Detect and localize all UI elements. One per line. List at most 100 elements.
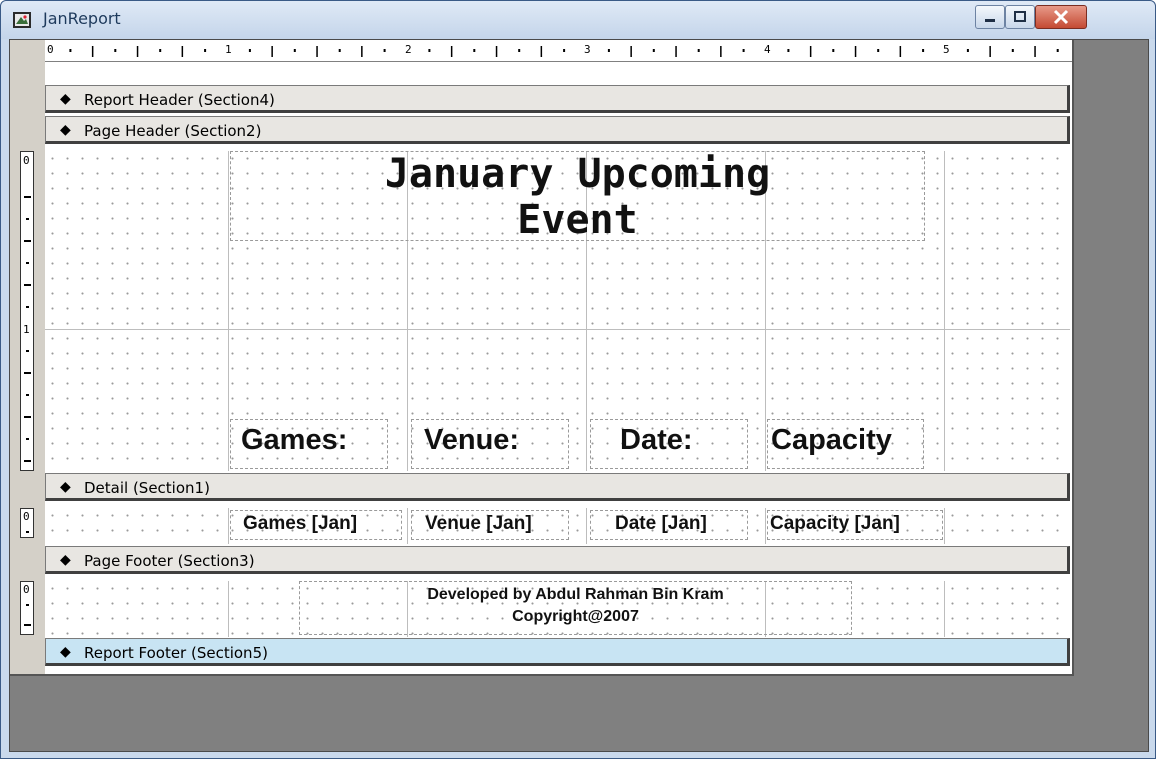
ruler-tick [26, 438, 29, 440]
ruler-tick [26, 218, 29, 220]
horizontal-ruler: 0 1 2 3 4 5 [45, 40, 1072, 62]
venue-field: Venue [Jan] [425, 513, 532, 534]
ruler-tick [91, 46, 94, 57]
ruler-tick [24, 284, 31, 286]
venue-header-label: Venue: [424, 424, 520, 456]
section-bar-report-footer[interactable]: ◆ Report Footer (Section5) [45, 638, 1070, 666]
ruler-ticks [69, 46, 1059, 57]
report-title[interactable]: January Upcoming Event [230, 151, 925, 243]
ruler-tick [338, 49, 341, 52]
ruler-tick [563, 49, 566, 52]
grid-line [944, 151, 945, 471]
ruler-tick [989, 46, 991, 57]
ruler-tick [1011, 49, 1014, 52]
grid-line [407, 508, 408, 544]
ruler-tick [136, 46, 139, 57]
section-label: Report Footer (Section5) [84, 644, 268, 662]
ruler-tick [742, 49, 745, 52]
ruler-tick [473, 49, 476, 52]
report-title-line2: Event [517, 197, 638, 243]
section-bar-page-footer[interactable]: ◆ Page Footer (Section3) [45, 546, 1070, 574]
ruler-number: 0 [47, 43, 54, 56]
capacity-field: Capacity [Jan] [770, 513, 900, 534]
ruler-tick [24, 372, 31, 374]
section-bar-page-header[interactable]: ◆ Page Header (Section2) [45, 116, 1070, 144]
ruler-tick [24, 240, 31, 242]
footer-credits[interactable]: Developed by Abdul Rahman Bin Kram Copyr… [299, 584, 852, 628]
vertical-ruler-number: 0 [23, 510, 30, 523]
ruler-tick [720, 46, 722, 57]
date-field: Date [Jan] [615, 513, 707, 534]
ruler-number: 5 [943, 43, 950, 56]
ruler-tick [518, 49, 521, 52]
section-label: Detail (Section1) [84, 479, 210, 497]
ruler-tick [26, 531, 29, 533]
report-title-line1: January Upcoming [384, 151, 771, 197]
section-bar-report-header[interactable]: ◆ Report Header (Section4) [45, 85, 1070, 113]
page-header-area[interactable]: January Upcoming Event Games: Venue: Dat… [45, 151, 1070, 471]
report-app-icon [13, 12, 31, 28]
ruler-tick [899, 46, 902, 57]
ruler-tick [248, 49, 251, 52]
detail-area[interactable]: Games [Jan] Venue [Jan] Date [Jan] Capac… [45, 508, 1070, 544]
report-design-surface: 0 1 2 3 4 5 ◆ Report Header (Section4) ◆… [10, 40, 1074, 676]
ruler-tick [204, 49, 207, 52]
section-arrow-icon: ◆ [60, 479, 71, 495]
ruler-tick [854, 46, 857, 57]
vertical-ruler-footer: 0 [20, 581, 34, 635]
grid-line [228, 581, 229, 637]
section-label: Report Header (Section4) [84, 91, 275, 109]
ruler-tick [922, 49, 925, 52]
vertical-ruler-detail: 0 [20, 508, 34, 538]
ruler-tick [607, 49, 610, 52]
ruler-tick [450, 46, 453, 57]
copyright-text: Copyright@2007 [512, 608, 639, 625]
page-footer-area[interactable]: Developed by Abdul Rahman Bin Kram Copyr… [45, 581, 1070, 637]
ruler-tick [181, 46, 184, 57]
title-bar[interactable]: JanReport [1, 1, 1155, 39]
date-header-label: Date: [620, 424, 693, 456]
section-bar-detail[interactable]: ◆ Detail (Section1) [45, 473, 1070, 501]
vertical-ruler-number: 1 [23, 323, 30, 336]
ruler-tick [630, 46, 632, 57]
ruler-tick [787, 49, 790, 52]
section-label: Page Footer (Section3) [84, 552, 255, 570]
minimize-button[interactable] [975, 5, 1005, 29]
games-header-label: Games: [241, 424, 348, 456]
section-arrow-icon: ◆ [60, 122, 71, 138]
ruler-tick [966, 49, 969, 52]
ruler-tick [316, 46, 318, 57]
ruler-tick [24, 196, 31, 198]
games-field: Games [Jan] [243, 513, 358, 534]
ruler-tick [293, 49, 296, 52]
ruler-tick [26, 604, 29, 606]
report-designer-window: JanReport 0 1 2 3 4 5 ◆ Report Header (S… [0, 0, 1156, 759]
window-title: JanReport [43, 9, 121, 28]
maximize-button[interactable] [1005, 5, 1035, 29]
ruler-tick [540, 46, 543, 57]
ruler-tick [26, 394, 29, 396]
ruler-tick [652, 49, 655, 52]
ruler-tick [114, 49, 117, 52]
ruler-tick [361, 46, 363, 57]
ruler-number: 1 [225, 43, 232, 56]
vertical-ruler-page-header: 0 1 [20, 151, 34, 471]
ruler-tick [271, 46, 273, 57]
section-arrow-icon: ◆ [60, 91, 71, 107]
ruler-corner [10, 40, 45, 61]
grid-line [45, 329, 1070, 330]
ruler-tick [159, 49, 162, 52]
section-label: Page Header (Section2) [84, 122, 262, 140]
ruler-number: 3 [584, 43, 591, 56]
close-button[interactable] [1035, 5, 1087, 29]
ruler-tick [26, 306, 29, 308]
mdi-client-area: 0 1 2 3 4 5 ◆ Report Header (Section4) ◆… [9, 39, 1149, 752]
grid-line [944, 508, 945, 544]
grid-line [765, 508, 766, 544]
capacity-header-label: Capacity [771, 424, 892, 456]
minimize-icon [985, 19, 995, 22]
section-arrow-icon: ◆ [60, 552, 71, 568]
ruler-tick [877, 49, 880, 52]
ruler-tick [809, 46, 812, 57]
ruler-tick [69, 49, 72, 52]
